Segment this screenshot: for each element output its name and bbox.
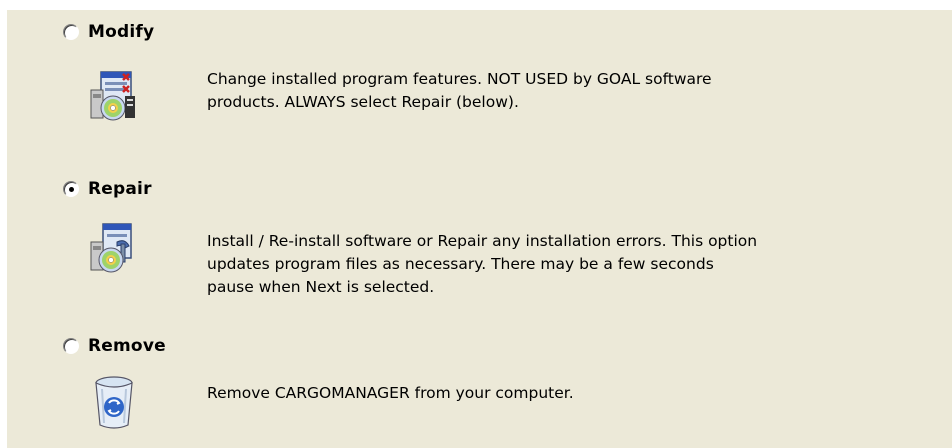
repair-radio-option[interactable]: Repair — [63, 179, 152, 199]
modify-radio-button[interactable] — [63, 24, 79, 40]
modify-radio-option[interactable]: Modify — [63, 22, 154, 42]
recycle-bin-icon — [95, 376, 133, 429]
modify-label: Modify — [88, 22, 155, 42]
modify-installer-icon — [90, 71, 135, 121]
remove-radio-button[interactable] — [63, 338, 79, 354]
remove-description: Remove CARGOMANAGER from your computer. — [207, 384, 574, 402]
repair-label: Repair — [88, 179, 152, 199]
repair-description: Install / Re-install software or Repair … — [207, 232, 758, 296]
modify-description: Change installed program features. NOT U… — [207, 70, 712, 111]
repair-installer-icon — [90, 223, 132, 273]
remove-label: Remove — [88, 336, 166, 356]
maintenance-options-panel: Modify Change installed program features… — [7, 10, 952, 448]
repair-radio-button[interactable] — [63, 181, 79, 197]
remove-radio-option[interactable]: Remove — [63, 336, 166, 356]
